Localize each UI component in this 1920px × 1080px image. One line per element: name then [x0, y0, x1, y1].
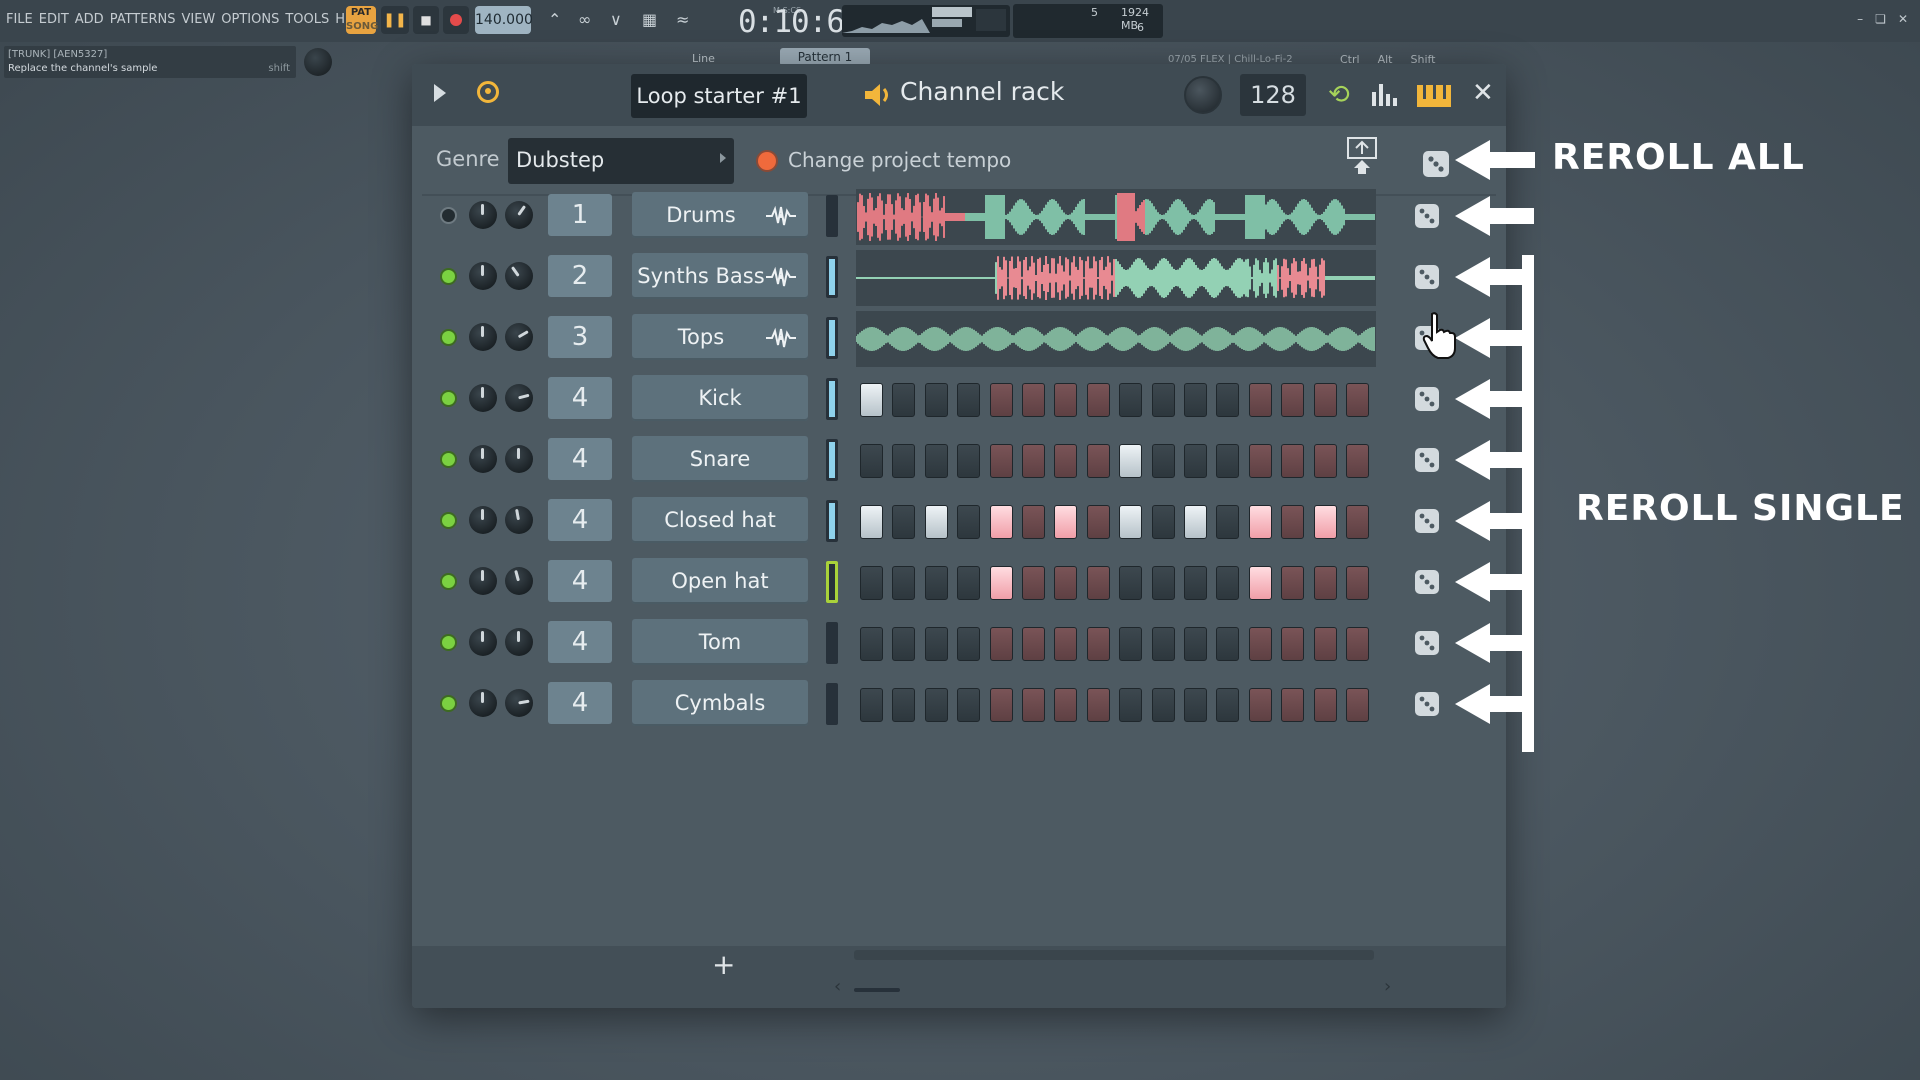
bracket-vertical: [1522, 255, 1534, 752]
reroll-all-annotation: REROLL ALL: [1552, 137, 1805, 178]
reroll-single-annotation: REROLL SINGLE: [1576, 488, 1905, 529]
hand-cursor-icon: [1422, 312, 1456, 359]
arrow-reroll-single: [1455, 196, 1534, 236]
arrow-reroll-all: [1455, 140, 1535, 180]
